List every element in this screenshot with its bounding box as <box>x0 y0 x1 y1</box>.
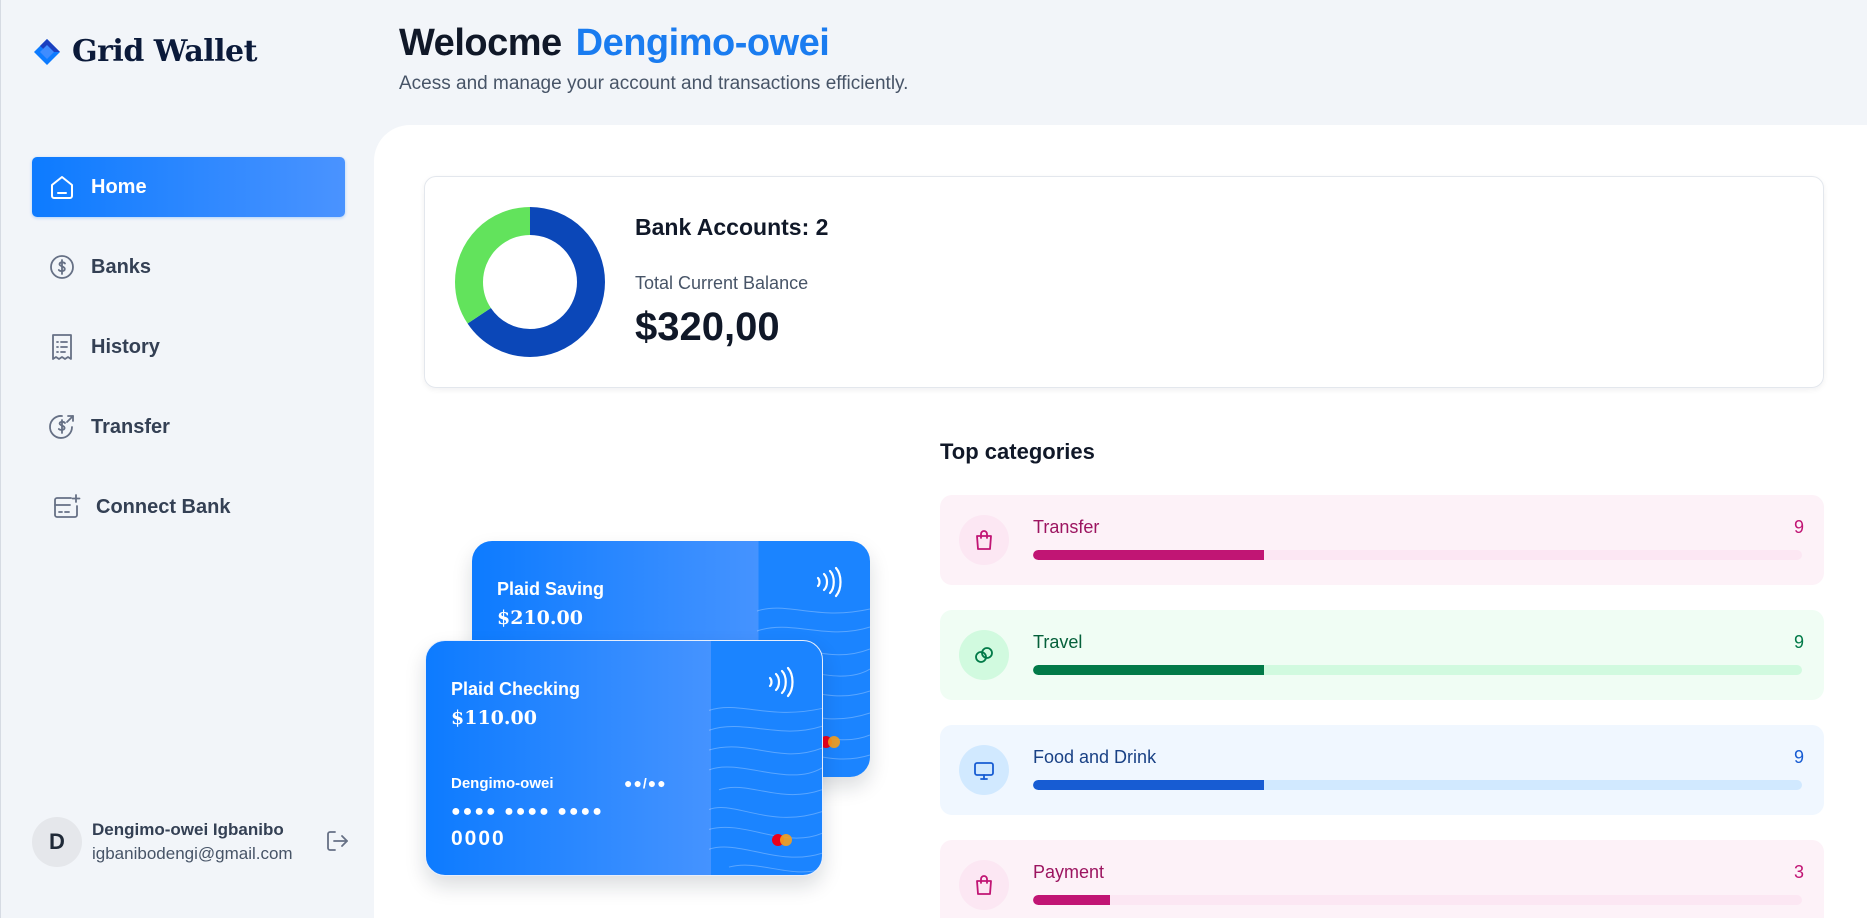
sidebar-item-label: Home <box>91 175 147 198</box>
user-first-name: Dengimo-owei <box>575 22 830 64</box>
top-categories-title: Top categories <box>940 439 1095 464</box>
category-count: 9 <box>1793 632 1804 652</box>
category-progress-fill <box>1033 895 1110 905</box>
sidebar-item-label: Transfer <box>91 415 170 438</box>
sidebar-item-home[interactable]: Home <box>32 157 345 217</box>
sidebar: Grid Wallet Home Banks History Transfer … <box>0 0 374 918</box>
page-title: Welocme Dengimo-owei <box>399 22 908 65</box>
category-count: 9 <box>1793 747 1804 767</box>
main-panel: Bank Accounts: 2 Total Current Balance $… <box>374 125 1867 918</box>
category-progress-bar <box>1033 780 1802 790</box>
card-bank-name: Plaid Saving <box>497 579 605 599</box>
sidebar-item-label: History <box>91 335 160 358</box>
sidebar-item-label: Connect Bank <box>96 495 231 518</box>
category-name: Transfer <box>1033 517 1100 537</box>
card-add-icon <box>52 492 82 522</box>
sidebar-item-label: Banks <box>91 255 152 278</box>
category-progress-bar <box>1033 895 1802 905</box>
category-name: Travel <box>1033 632 1083 652</box>
category-progress-fill <box>1033 550 1264 560</box>
dollar-circle-icon <box>47 252 77 282</box>
shopping-bag-icon <box>959 860 1009 910</box>
card-number-masked: ●●●● ●●●● ●●●● <box>451 803 604 820</box>
sidebar-item-banks[interactable]: Banks <box>32 237 345 297</box>
card-number-last4: 0000 <box>451 827 506 850</box>
card-expiry: ●●/●● <box>624 775 667 791</box>
total-balance-value: $320,00 <box>635 305 780 349</box>
card-bank-name: Plaid Checking <box>451 679 581 699</box>
category-item-transfer[interactable]: Transfer 9 <box>940 495 1824 585</box>
category-progress-fill <box>1033 665 1264 675</box>
category-item-payment[interactable]: Payment 3 <box>940 840 1824 918</box>
category-name: Payment <box>1033 862 1105 882</box>
page-header: Welocme Dengimo-owei Acess and manage you… <box>399 22 908 95</box>
logo-icon <box>32 37 62 67</box>
category-count: 9 <box>1793 517 1804 537</box>
category-item-food-and-drink[interactable]: Food and Drink 9 <box>940 725 1824 815</box>
home-icon <box>47 172 77 202</box>
card-balance: $110.00 <box>451 707 537 729</box>
card-holder-name: Dengimo-owei <box>451 775 554 792</box>
link-icon <box>959 630 1009 680</box>
category-progress-bar <box>1033 665 1802 675</box>
category-item-travel[interactable]: Travel 9 <box>940 610 1824 700</box>
category-progress-fill <box>1033 780 1264 790</box>
category-count: 3 <box>1793 862 1804 882</box>
sidebar-item-connect-bank[interactable]: Connect Bank <box>32 477 345 537</box>
user-info: Dengimo-owei Igbanibo igbanibodengi@gmai… <box>92 820 293 864</box>
sidebar-item-transfer[interactable]: Transfer <box>32 397 345 457</box>
logo-text: Grid Wallet <box>72 34 258 69</box>
total-balance-box: Bank Accounts: 2 Total Current Balance $… <box>424 176 1824 388</box>
category-progress-bar <box>1033 550 1802 560</box>
receipt-icon <box>47 332 77 362</box>
sidebar-item-history[interactable]: History <box>32 317 345 377</box>
user-profile: D Dengimo-owei Igbanibo igbanibodengi@gm… <box>32 812 352 872</box>
logout-icon[interactable] <box>324 827 352 855</box>
user-email: igbanibodengi@gmail.com <box>92 844 293 863</box>
avatar[interactable]: D <box>32 817 82 867</box>
category-name: Food and Drink <box>1033 747 1157 767</box>
logo[interactable]: Grid Wallet <box>32 34 258 69</box>
card-balance: $210.00 <box>497 607 583 629</box>
balance-donut-chart <box>455 207 605 357</box>
mastercard-icon <box>771 833 793 847</box>
user-name: Dengimo-owei Igbanibo <box>92 820 284 839</box>
bank-card-plaid-checking[interactable]: Plaid Checking $110.00 Dengimo-owei ●●/●… <box>425 640 823 876</box>
shopping-bag-icon <box>959 515 1009 565</box>
money-send-icon <box>47 412 77 442</box>
total-balance-label: Total Current Balance <box>635 273 809 293</box>
sidebar-nav: Home Banks History Transfer Connect Bank <box>32 157 345 557</box>
page-subtitle: Acess and manage your account and transa… <box>399 73 909 94</box>
contactless-icon <box>816 566 842 598</box>
bank-accounts-count: Bank Accounts: 2 <box>635 214 829 240</box>
monitor-icon <box>959 745 1009 795</box>
greeting: Welocme <box>399 22 562 64</box>
contactless-icon <box>768 666 794 698</box>
